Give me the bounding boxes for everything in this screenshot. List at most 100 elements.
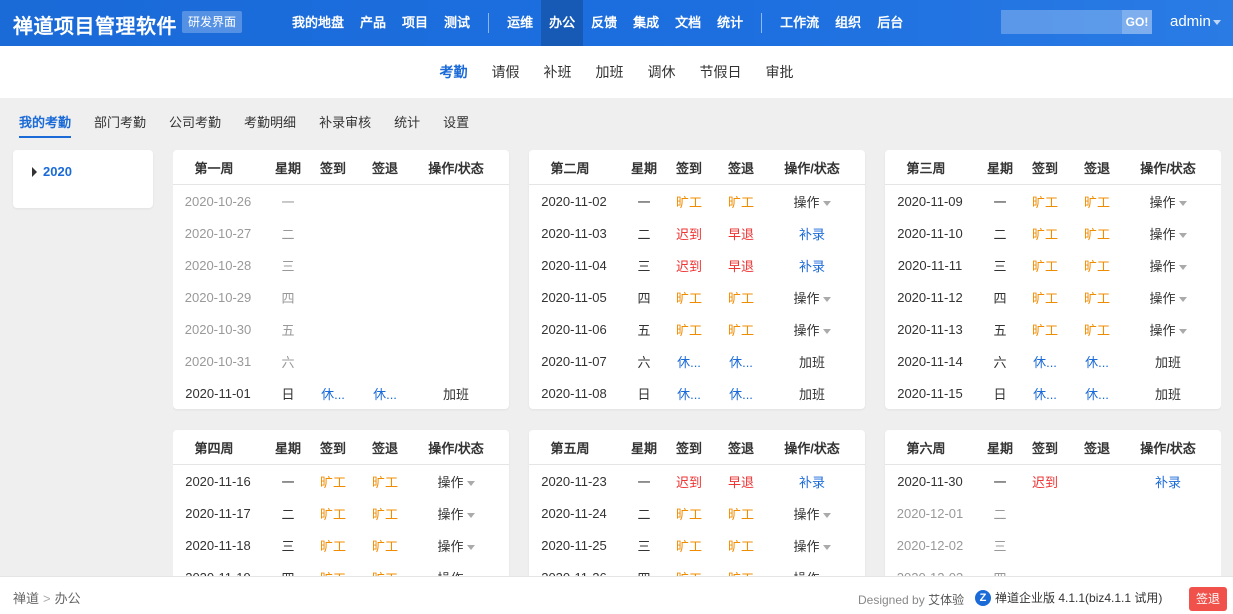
column-sign-in: 签到	[319, 160, 346, 176]
chevron-down-icon	[1178, 232, 1187, 238]
subnav-item[interactable]: 补班	[532, 62, 584, 82]
year-item[interactable]: 2020	[32, 164, 72, 179]
operation-label: 操作	[437, 538, 464, 554]
main-nav-item[interactable]: 组织	[827, 0, 869, 46]
breadcrumb-home[interactable]: 禅道	[13, 591, 39, 606]
tab-item[interactable]: 部门考勤	[94, 108, 146, 138]
week-title: 第四周	[194, 440, 234, 456]
main-nav-item[interactable]: 反馈	[583, 0, 625, 46]
row-date: 2020-11-08	[541, 385, 607, 401]
subnav-item[interactable]: 请假	[480, 62, 532, 82]
main-nav-item[interactable]: 产品	[352, 0, 394, 46]
row-weekday: 一	[637, 194, 651, 210]
row-status-text: 加班	[798, 386, 825, 402]
operation-dropdown[interactable]: 操作	[793, 291, 831, 306]
main-nav-item[interactable]: 项目	[394, 0, 436, 46]
column-weekday: 星期	[986, 440, 1013, 456]
operation-dropdown[interactable]: 操作	[1149, 194, 1187, 210]
operation-dropdown[interactable]: 操作	[437, 507, 475, 522]
user-menu[interactable]: admin	[1170, 13, 1221, 30]
main-nav-item[interactable]: 统计	[709, 0, 751, 46]
operation-label: 操作	[1149, 322, 1176, 338]
main-nav-item[interactable]: 测试	[436, 0, 478, 46]
week-card-header: 第二周 星期 签到 签退 操作/状态	[529, 150, 865, 185]
row-weekday: 三	[637, 538, 651, 554]
operation-label: 操作	[793, 538, 820, 554]
operation-dropdown[interactable]: 操作	[793, 538, 831, 554]
subnav-item[interactable]: 考勤	[428, 62, 480, 82]
mode-badge[interactable]: 研发界面	[182, 11, 243, 33]
subnav-item[interactable]: 加班	[584, 62, 636, 82]
tab-item[interactable]: 我的考勤	[19, 108, 72, 138]
tab-item[interactable]: 设置	[443, 108, 469, 138]
subnav-item[interactable]: 调休	[636, 62, 688, 82]
chevron-down-icon	[822, 328, 831, 334]
search-input[interactable]	[1001, 10, 1122, 34]
subnav-item[interactable]: 审批	[754, 62, 806, 82]
makeup-link[interactable]: 补录	[1155, 475, 1181, 490]
row-sign-in-status: 迟到	[675, 226, 702, 242]
year-sidebar: 2020	[13, 150, 153, 208]
breadcrumb-current[interactable]: 办公	[55, 591, 81, 606]
operation-label: 操作	[1149, 226, 1176, 242]
row-date: 2020-11-12	[897, 289, 963, 305]
app-brand[interactable]: 禅道项目管理软件	[13, 10, 177, 39]
main-nav-item[interactable]: 集成	[625, 0, 667, 46]
column-sign-out: 签退	[371, 160, 398, 176]
makeup-link[interactable]: 补录	[799, 259, 825, 274]
operation-dropdown[interactable]: 操作	[1149, 259, 1187, 274]
column-sign-out: 签退	[1083, 160, 1110, 176]
main-nav-item[interactable]: 文档	[667, 0, 709, 46]
row-sign-in-status: 休...	[677, 386, 701, 402]
operation-dropdown[interactable]: 操作	[1149, 291, 1187, 306]
signout-button[interactable]: 签退	[1189, 587, 1228, 611]
attendance-row: 2020-12-03四	[885, 561, 1221, 577]
attendance-row: 2020-11-17 二 旷工 旷工 操作	[173, 497, 509, 529]
search-go-button[interactable]: GO!	[1122, 10, 1152, 34]
subnav-item[interactable]: 节假日	[688, 62, 754, 82]
row-op-cell: 补录	[767, 256, 865, 275]
row-date: 2020-11-06	[541, 321, 607, 337]
main-nav-item[interactable]: 办公	[541, 0, 584, 46]
operation-label: 操作	[793, 194, 820, 210]
column-sign-out: 签退	[1083, 440, 1110, 456]
attendance-row: 2020-10-28 三	[173, 249, 509, 281]
row-sign-out-status: 休...	[1085, 386, 1109, 402]
row-status-text: 加班	[798, 354, 825, 370]
operation-dropdown[interactable]: 操作	[793, 507, 831, 522]
makeup-link[interactable]: 补录	[799, 227, 825, 242]
operation-dropdown[interactable]: 操作	[437, 475, 475, 490]
row-date: 2020-11-09	[897, 193, 963, 209]
operation-dropdown[interactable]: 操作	[793, 323, 831, 338]
tab-item[interactable]: 考勤明细	[244, 108, 296, 138]
row-sign-in-status: 旷工	[1031, 322, 1058, 338]
week-card-header: 第四周 星期 签到 签退 操作/状态	[173, 430, 509, 465]
operation-dropdown[interactable]: 操作	[1149, 226, 1187, 242]
row-op-cell: 补录	[767, 224, 865, 243]
tab-item[interactable]: 补录审核	[319, 108, 371, 138]
column-weekday: 星期	[274, 440, 301, 456]
zentao-logo-icon: Z	[975, 589, 991, 606]
operation-dropdown[interactable]: 操作	[437, 538, 475, 554]
tab-item[interactable]: 统计	[394, 108, 420, 138]
main-nav-item[interactable]: 我的地盘	[284, 0, 352, 46]
version-info[interactable]: Z 禅道企业版 4.1.1(biz4.1.1 试用)	[975, 589, 1162, 606]
row-date: 2020-12-02	[896, 537, 964, 553]
row-op-cell: 操作	[767, 568, 865, 577]
row-sign-out-status: 旷工	[359, 568, 411, 577]
main-nav-item[interactable]: 工作流	[772, 0, 827, 46]
operation-dropdown[interactable]: 操作	[793, 194, 831, 210]
main-nav-item[interactable]: 后台	[869, 0, 911, 46]
column-sign-out: 签退	[727, 160, 754, 176]
operation-label: 操作	[1149, 194, 1176, 210]
column-op-status: 操作/状态	[784, 160, 840, 176]
main-nav-item[interactable]: 运维	[499, 0, 541, 46]
row-op-cell: 补录	[1123, 472, 1221, 491]
row-date: 2020-11-04	[541, 257, 607, 273]
tab-item[interactable]: 公司考勤	[169, 108, 221, 138]
row-sign-out-status: 旷工	[715, 568, 767, 577]
row-sign-out-status: 休...	[729, 354, 753, 370]
designed-by-link[interactable]: 艾体验	[928, 593, 964, 607]
operation-dropdown[interactable]: 操作	[1149, 322, 1187, 338]
makeup-link[interactable]: 补录	[799, 475, 825, 490]
